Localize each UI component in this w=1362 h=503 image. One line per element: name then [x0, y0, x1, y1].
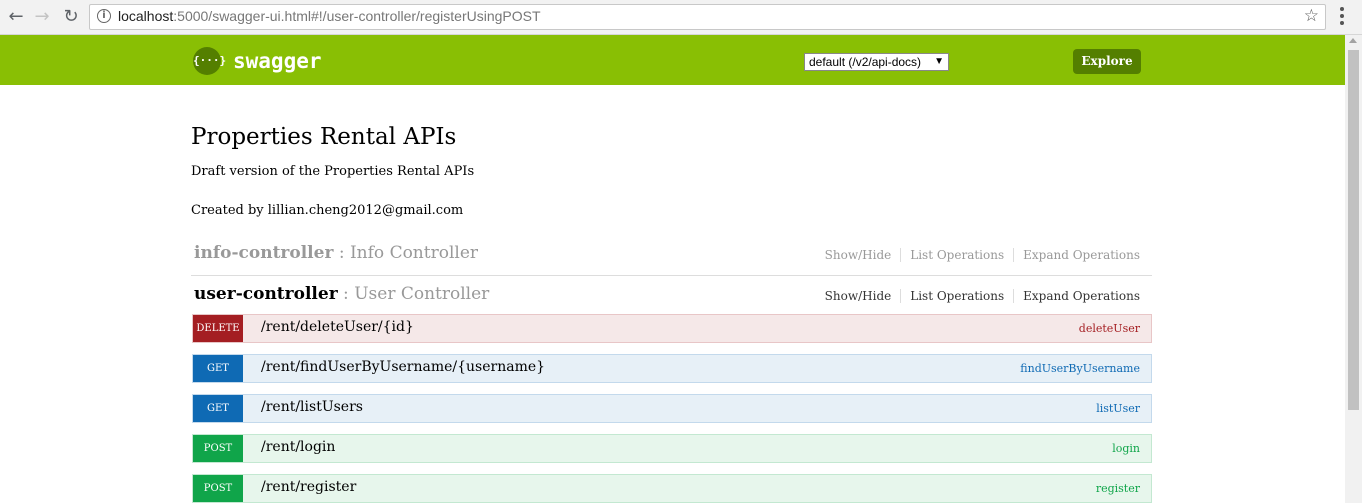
site-info-icon[interactable]: i [97, 9, 111, 23]
bookmark-star-icon[interactable]: ☆ [1304, 6, 1319, 26]
http-method-badge[interactable]: POST [193, 435, 243, 462]
resource-heading[interactable]: user-controller : User Controller [194, 284, 489, 304]
address-bar[interactable]: i localhost:5000/swagger-ui.html#!/user-… [89, 4, 1326, 30]
swagger-logo-text[interactable]: swagger [233, 49, 322, 73]
operation-path[interactable]: /rent/listUsers [261, 399, 363, 415]
operation-delete-user[interactable]: DELETE /rent/deleteUser/{id} deleteUser [192, 314, 1152, 343]
url-path: :5000/swagger-ui.html#!/user-controller/… [173, 8, 541, 24]
resource-description: Info Controller [349, 243, 479, 263]
forward-icon[interactable]: → [31, 6, 53, 28]
resource-name[interactable]: info-controller [194, 243, 333, 263]
api-spec-select[interactable]: default (/v2/api-docs) ▼ [804, 53, 949, 71]
dropdown-caret-icon: ▼ [934, 56, 944, 67]
show-hide-link[interactable]: Show/Hide [825, 248, 901, 262]
reload-icon[interactable]: ↻ [60, 6, 82, 28]
resource-heading[interactable]: info-controller : Info Controller [194, 243, 478, 263]
api-spec-select-value: default (/v2/api-docs) [809, 55, 922, 69]
operation-nickname[interactable]: login [1112, 442, 1140, 455]
operation-login[interactable]: POST /rent/login login [192, 434, 1152, 463]
scroll-up-arrow-icon[interactable] [1349, 38, 1357, 43]
resource-separator: : [333, 243, 350, 263]
browser-toolbar: ← → ↻ i localhost:5000/swagger-ui.html#!… [0, 0, 1362, 35]
page-scrollbar[interactable] [1345, 35, 1362, 503]
operation-list-users[interactable]: GET /rent/listUsers listUser [192, 394, 1152, 423]
back-icon[interactable]: ← [5, 6, 27, 28]
operation-path[interactable]: /rent/findUserByUsername/{username} [261, 359, 545, 375]
api-contact: Created by lillian.cheng2012@gmail.com [191, 203, 464, 218]
operation-nickname[interactable]: register [1096, 482, 1140, 495]
http-method-badge[interactable]: GET [193, 395, 243, 422]
explore-button[interactable]: Explore [1073, 49, 1141, 74]
browser-menu-icon[interactable] [1340, 7, 1344, 28]
swagger-logo-icon[interactable]: {···} [193, 47, 226, 75]
operation-path[interactable]: /rent/deleteUser/{id} [261, 319, 414, 335]
operation-nickname[interactable]: findUserByUsername [1020, 362, 1140, 375]
expand-operations-link[interactable]: Expand Operations [1013, 289, 1140, 303]
url-host: localhost [118, 8, 174, 24]
operation-nickname[interactable]: listUser [1096, 402, 1140, 415]
swagger-header: {···} swagger default (/v2/api-docs) ▼ Ex… [0, 35, 1345, 85]
resource-name[interactable]: user-controller [194, 284, 338, 304]
show-hide-link[interactable]: Show/Hide [825, 289, 901, 303]
scroll-thumb[interactable] [1348, 50, 1359, 410]
list-operations-link[interactable]: List Operations [900, 289, 1013, 303]
resource-user-controller: user-controller : User Controller Show/H… [191, 276, 1152, 316]
http-method-badge[interactable]: POST [193, 475, 243, 502]
operation-path[interactable]: /rent/register [261, 479, 356, 495]
resource-info-controller: info-controller : Info Controller Show/H… [191, 235, 1152, 276]
operation-nickname[interactable]: deleteUser [1079, 322, 1140, 335]
http-method-badge[interactable]: GET [193, 355, 243, 382]
operation-path[interactable]: /rent/login [261, 439, 335, 455]
list-operations-link[interactable]: List Operations [900, 248, 1013, 262]
resource-description: User Controller [354, 284, 490, 304]
resource-actions: Show/Hide List Operations Expand Operation… [825, 248, 1140, 262]
expand-operations-link[interactable]: Expand Operations [1013, 248, 1140, 262]
resource-actions: Show/Hide List Operations Expand Operation… [825, 289, 1140, 303]
operation-register[interactable]: POST /rent/register register [192, 474, 1152, 503]
resource-separator: : [337, 284, 355, 304]
api-description: Draft version of the Properties Rental A… [191, 164, 475, 179]
operation-find-user-by-username[interactable]: GET /rent/findUserByUsername/{username} … [192, 354, 1152, 383]
http-method-badge[interactable]: DELETE [193, 315, 243, 342]
url-text[interactable]: localhost:5000/swagger-ui.html#!/user-co… [118, 8, 541, 24]
api-title: Properties Rental APIs [191, 124, 457, 150]
